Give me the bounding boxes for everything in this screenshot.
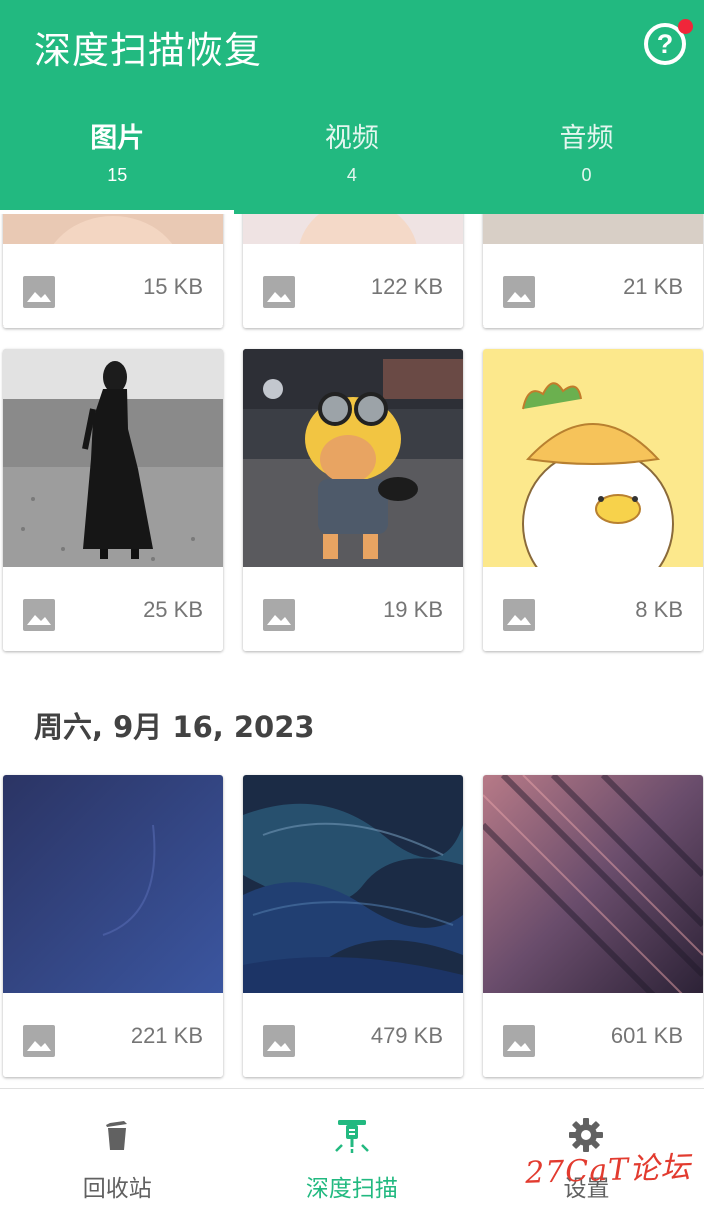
file-size: 19 KB	[383, 597, 443, 622]
tab-label: 音频	[559, 123, 614, 154]
tab-count: 0	[581, 165, 592, 185]
watermark-text: 27CaT论坛	[524, 1150, 692, 1191]
image-card[interactable]: 8 KB	[483, 349, 703, 651]
image-icon	[263, 276, 295, 308]
image-icon	[23, 1025, 55, 1057]
image-card[interactable]: 19 KB	[243, 349, 463, 651]
card-footer: 221 KB	[3, 993, 223, 1077]
image-grid[interactable]: 15 KB 122 KB 21 KB 25 KB 19 KB 8 KB 周六, …	[0, 214, 704, 1088]
tab-label: 图片	[90, 123, 145, 154]
image-icon	[23, 599, 55, 631]
file-size: 8 KB	[635, 597, 683, 622]
jackhammer-icon	[335, 1120, 369, 1153]
image-card[interactable]: 122 KB	[243, 214, 463, 328]
file-size: 15 KB	[143, 274, 203, 299]
image-thumbnail	[243, 349, 463, 569]
image-thumbnail	[3, 349, 223, 569]
tab-indicator	[0, 210, 234, 214]
file-size: 21 KB	[623, 274, 683, 299]
tab-images[interactable]: 图片 15	[0, 100, 235, 214]
image-thumbnail	[3, 775, 223, 995]
tab-label: 视频	[324, 123, 379, 154]
app-root: 深度扫描恢复 ? 图片 15 视频 4 音频 0 15 KB 122 KB 21…	[0, 0, 704, 1208]
image-thumbnail	[243, 775, 463, 995]
image-card[interactable]: 25 KB	[3, 349, 223, 651]
nav-recycle-bin[interactable]: 回收站	[0, 1089, 235, 1208]
file-size: 122 KB	[370, 274, 443, 299]
file-size: 221 KB	[130, 1023, 203, 1048]
card-footer: 601 KB	[483, 993, 703, 1077]
image-icon	[263, 599, 295, 631]
image-icon	[23, 276, 55, 308]
card-footer: 8 KB	[483, 567, 703, 651]
card-footer: 122 KB	[243, 244, 463, 328]
image-card[interactable]: 221 KB	[3, 775, 223, 1077]
page-title: 深度扫描恢复	[34, 29, 262, 72]
image-card[interactable]: 15 KB	[3, 214, 223, 328]
tab-count: 4	[346, 165, 357, 185]
file-size: 601 KB	[610, 1023, 683, 1048]
image-card[interactable]: 21 KB	[483, 214, 703, 328]
notification-dot	[678, 19, 693, 34]
date-group-header: 周六, 9月 16, 2023	[34, 710, 315, 744]
file-size: 25 KB	[143, 597, 203, 622]
card-footer: 25 KB	[3, 567, 223, 651]
card-footer: 15 KB	[3, 244, 223, 328]
trash-icon	[106, 1121, 128, 1150]
nav-label: 深度扫描	[305, 1176, 398, 1202]
card-footer: 19 KB	[243, 567, 463, 651]
tab-count: 15	[107, 165, 128, 185]
image-thumbnail	[483, 349, 703, 569]
tab-videos[interactable]: 视频 4	[235, 100, 470, 214]
file-size: 479 KB	[370, 1023, 443, 1048]
tab-audio[interactable]: 音频 0	[469, 100, 704, 214]
card-footer: 21 KB	[483, 244, 703, 328]
image-card[interactable]: 601 KB	[483, 775, 703, 1077]
card-footer: 479 KB	[243, 993, 463, 1077]
image-icon	[503, 599, 535, 631]
image-icon	[263, 1025, 295, 1057]
nav-label: 回收站	[82, 1176, 152, 1202]
image-icon	[503, 1025, 535, 1057]
image-thumbnail	[483, 775, 703, 995]
app-header: 深度扫描恢复 ? 图片 15 视频 4 音频 0	[0, 0, 704, 214]
nav-deep-scan[interactable]: 深度扫描	[235, 1089, 470, 1208]
media-tabs: 图片 15 视频 4 音频 0	[0, 100, 704, 214]
image-card[interactable]: 479 KB	[243, 775, 463, 1077]
image-icon	[503, 276, 535, 308]
